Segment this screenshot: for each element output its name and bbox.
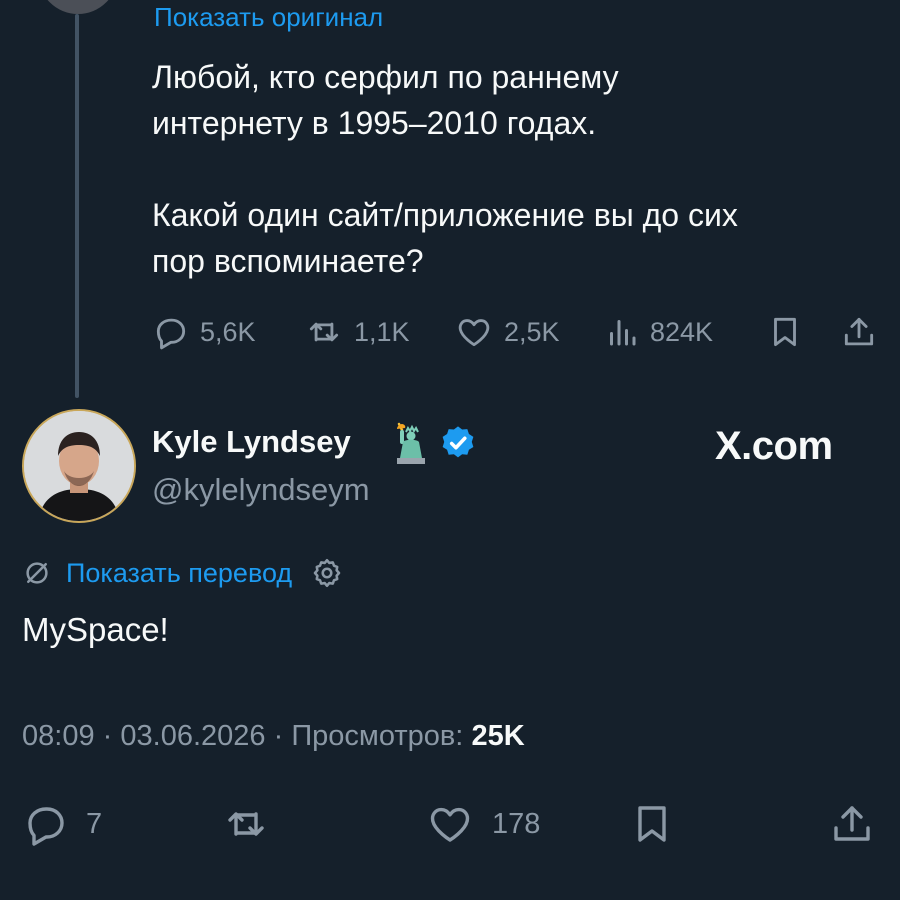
author-display-name[interactable]: Kyle Lyndsey	[152, 424, 351, 460]
reply-icon	[156, 318, 186, 350]
views-label: Просмотров:	[291, 720, 464, 752]
previous-author-avatar[interactable]	[38, 0, 118, 14]
tweet-date[interactable]: 03.06.2026	[120, 720, 265, 752]
like-count: 2,5K	[504, 316, 560, 347]
statue-of-liberty-emoji	[389, 420, 431, 471]
show-translation-link[interactable]: Показать перевод	[66, 558, 292, 589]
repost-icon	[228, 812, 264, 836]
translate-icon	[26, 562, 48, 584]
reply-button[interactable]: 7	[22, 796, 102, 852]
share-button[interactable]	[840, 308, 878, 356]
repost-button[interactable]	[220, 796, 272, 852]
repost-button[interactable]: 1,1K	[304, 308, 410, 356]
bookmark-icon	[774, 317, 796, 347]
verified-icon[interactable]	[439, 424, 477, 467]
meta-separator: ·	[102, 720, 113, 752]
translate-row: Показать перевод	[22, 553, 344, 593]
reply-icon	[28, 807, 64, 846]
bookmark-button[interactable]	[628, 796, 676, 852]
like-button[interactable]: 2,5K	[454, 308, 560, 356]
share-button[interactable]	[828, 796, 876, 852]
reply-tweet-text: MySpace!	[22, 611, 169, 648]
thread-connector-line	[75, 14, 79, 398]
avatar-photo	[24, 411, 134, 521]
views-button[interactable]: 824K	[604, 308, 713, 356]
views-count: 824K	[650, 316, 714, 347]
reply-button[interactable]: 5,6K	[152, 308, 256, 356]
gear-icon	[313, 558, 341, 588]
previous-tweet-text: Любой, кто серфил по раннему интернету в…	[152, 59, 738, 279]
reply-tweet-actions: 7 178	[22, 796, 882, 852]
bookmark-icon	[638, 806, 666, 842]
share-icon	[834, 806, 870, 841]
translation-settings-button[interactable]	[310, 556, 344, 590]
show-original-link[interactable]: Показать оригинал	[154, 2, 383, 33]
previous-tweet-actions: 5,6K 1,1K 2,5K 824K	[152, 308, 882, 356]
repost-icon	[309, 322, 339, 342]
repost-count: 1,1K	[354, 316, 410, 347]
share-icon	[844, 317, 874, 346]
meta-separator: ·	[273, 720, 284, 752]
tweet-time[interactable]: 08:09	[22, 720, 95, 752]
reply-count: 5,6K	[200, 316, 256, 347]
tweet-meta: 08:09 · 03.06.2026 · Просмотров: 25K	[22, 720, 525, 753]
like-icon	[458, 319, 490, 347]
views-icon	[610, 320, 636, 346]
like-icon	[430, 807, 470, 842]
bookmark-button[interactable]	[766, 308, 804, 356]
author-handle[interactable]: @kylelyndseym	[152, 472, 370, 508]
author-avatar[interactable]	[22, 409, 136, 523]
like-button[interactable]: 178	[424, 796, 540, 852]
views-value: 25K	[471, 720, 525, 752]
like-count: 178	[492, 807, 541, 840]
brand-watermark: X.com	[715, 424, 833, 468]
reply-count: 7	[86, 807, 103, 840]
